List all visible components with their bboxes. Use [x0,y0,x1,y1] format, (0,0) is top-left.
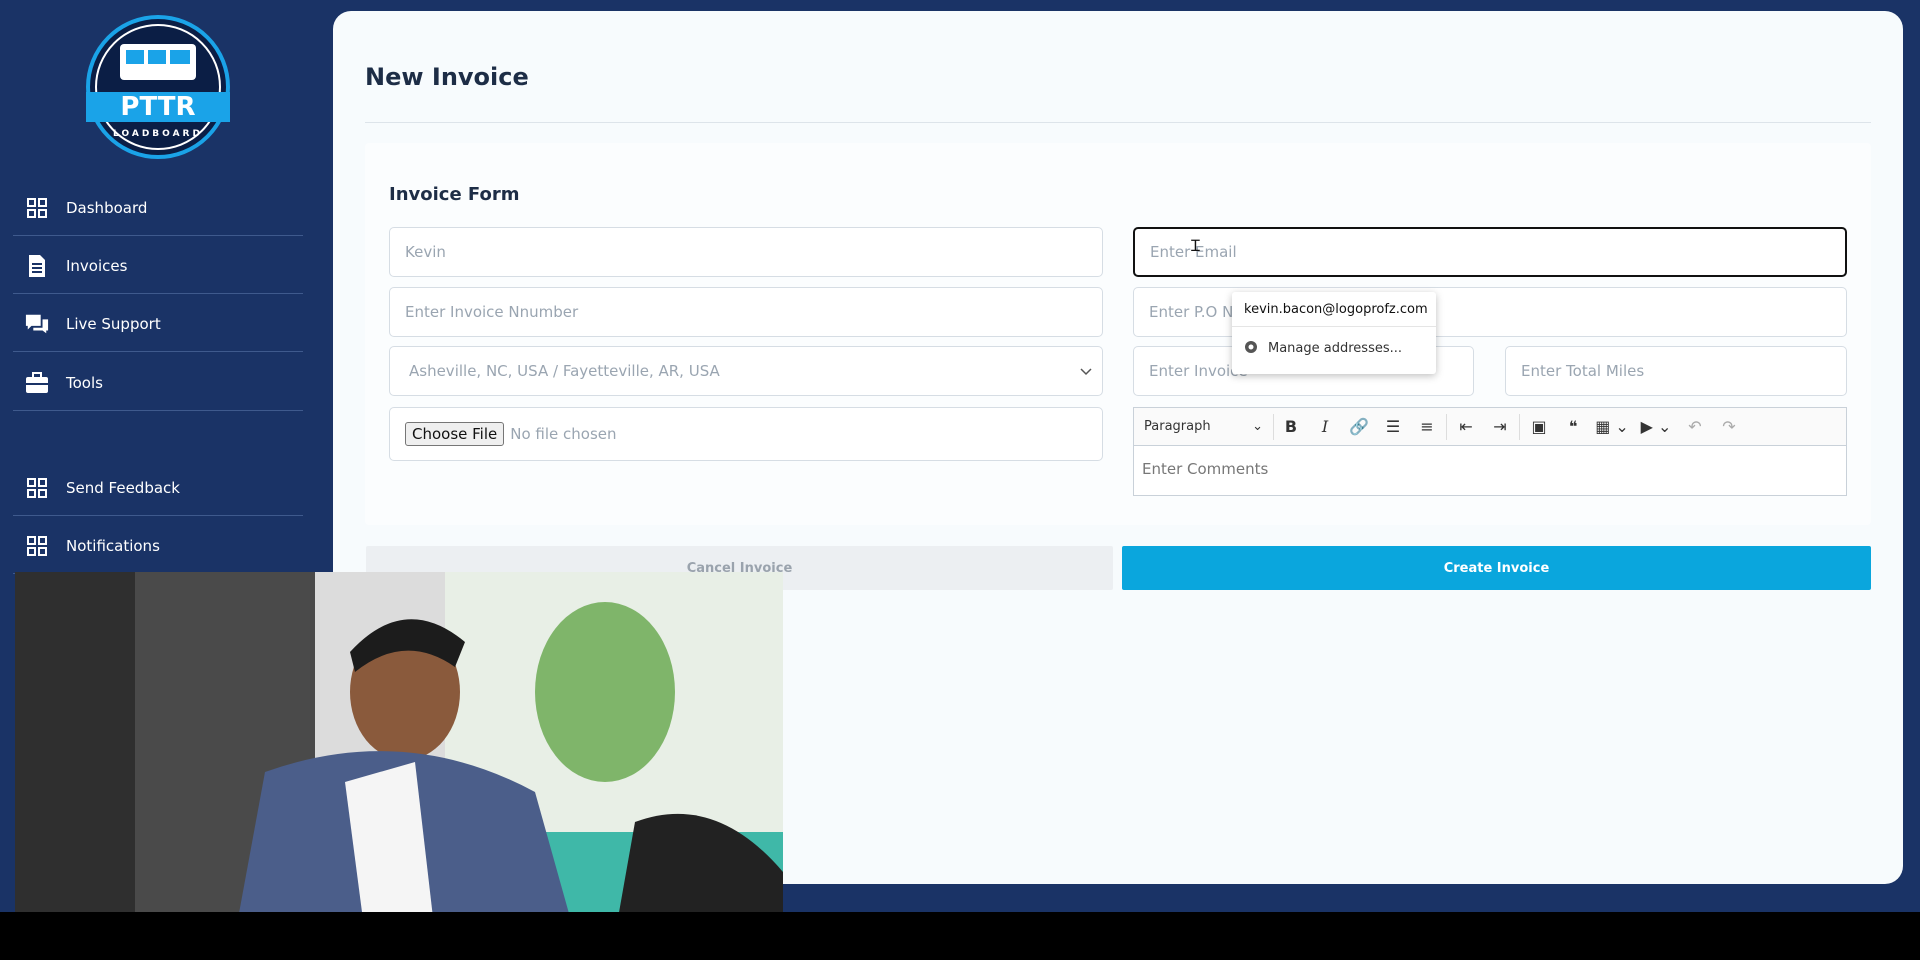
image-icon[interactable]: ▣ [1522,414,1556,440]
invoice-number-placeholder: Enter Invoice Nnumber [405,303,579,321]
name-value: Kevin [405,243,446,261]
media-embed-icon[interactable]: ▶ ⌄ [1634,414,1678,440]
manage-addresses-item[interactable]: Manage addresses... [1232,326,1436,370]
sidebar-item-label: Send Feedback [66,478,180,497]
sidebar-item-label: Notifications [66,536,160,555]
choose-file-button[interactable]: Choose File [405,422,505,446]
sidebar-item-notifications[interactable]: Notifications [13,518,303,574]
po-number-placeholder: Enter P.O Nu [1149,303,1243,321]
toolbar-divider [1446,413,1447,440]
total-miles-placeholder: Enter Total Miles [1521,362,1645,380]
document-icon [25,254,49,278]
toolbox-icon [25,371,49,395]
link-icon[interactable]: 🔗 [1342,414,1376,440]
table-icon[interactable]: ▦ ⌄ [1590,414,1634,440]
sidebar-item-label: Invoices [66,256,128,275]
chrome-icon [1244,340,1258,358]
sidebar-item-live-support[interactable]: Live Support [13,296,303,352]
logo[interactable]: PTTR LOADBOARD [78,14,238,160]
autofill-suggestion[interactable]: kevin.bacon@logoprofz.com [1232,292,1436,326]
sidebar-item-send-feedback[interactable]: Send Feedback [13,460,303,516]
text-cursor-icon: Ɪ [1191,236,1200,255]
brand-top-text: PTTR [120,92,195,122]
form-title: Invoice Form [389,184,520,205]
chevron-down-icon [1080,362,1092,380]
route-value: Asheville, NC, USA / Fayetteville, AR, U… [409,362,720,380]
blockquote-icon[interactable]: ❝ [1556,414,1590,440]
editor-toolbar: Paragraph ⌄ B I 🔗 ☰ ≡ ⇤ ⇥ ▣ ❝ ▦ ⌄ ▶ ⌄ ↶ … [1134,408,1846,446]
chat-icon [25,312,49,336]
manage-addresses-label: Manage addresses... [1268,341,1403,356]
brand-bottom-text: LOADBOARD [113,129,203,139]
sidebar-item-invoices[interactable]: Invoices [13,238,303,294]
invoice-number-field[interactable]: Enter Invoice Nnumber [389,287,1103,337]
route-select[interactable]: Asheville, NC, USA / Fayetteville, AR, U… [389,346,1103,396]
video-overlay [15,572,783,935]
grid-icon [25,534,49,558]
italic-icon[interactable]: I [1308,414,1342,440]
file-status: No file chosen [510,425,617,443]
redo-icon[interactable]: ↷ [1712,414,1746,440]
undo-icon[interactable]: ↶ [1678,414,1712,440]
sidebar-item-label: Live Support [66,314,161,333]
bold-icon[interactable]: B [1274,414,1308,440]
numbered-list-icon[interactable]: ≡ [1410,414,1444,440]
sidebar-item-tools[interactable]: Tools [13,355,303,411]
indent-icon[interactable]: ⇥ [1483,414,1517,440]
email-field[interactable]: Enter Email [1133,227,1847,277]
bottom-bar [0,912,1920,960]
comments-editor[interactable]: Paragraph ⌄ B I 🔗 ☰ ≡ ⇤ ⇥ ▣ ❝ ▦ ⌄ ▶ ⌄ ↶ … [1133,407,1847,496]
autofill-dropdown: kevin.bacon@logoprofz.com Manage address… [1232,292,1436,374]
bulleted-list-icon[interactable]: ☰ [1376,414,1410,440]
grid-icon [25,476,49,500]
sidebar-item-label: Tools [66,373,103,392]
total-miles-field[interactable]: Enter Total Miles [1505,346,1847,396]
create-invoice-button[interactable]: Create Invoice [1122,546,1871,590]
chevron-down-icon: ⌄ [1252,419,1263,434]
grid-icon [25,196,49,220]
paragraph-style-value: Paragraph [1144,419,1211,434]
comments-placeholder[interactable]: Enter Comments [1134,446,1846,492]
paragraph-style-select[interactable]: Paragraph ⌄ [1144,413,1274,440]
file-upload-field[interactable]: Choose File No file chosen [389,407,1103,461]
toolbar-divider [1519,413,1520,440]
name-field[interactable]: Kevin [389,227,1103,277]
sidebar-item-dashboard[interactable]: Dashboard [13,180,303,236]
divider [365,122,1871,123]
outdent-icon[interactable]: ⇤ [1449,414,1483,440]
page-title: New Invoice [365,63,529,91]
sidebar-item-label: Dashboard [66,198,148,217]
